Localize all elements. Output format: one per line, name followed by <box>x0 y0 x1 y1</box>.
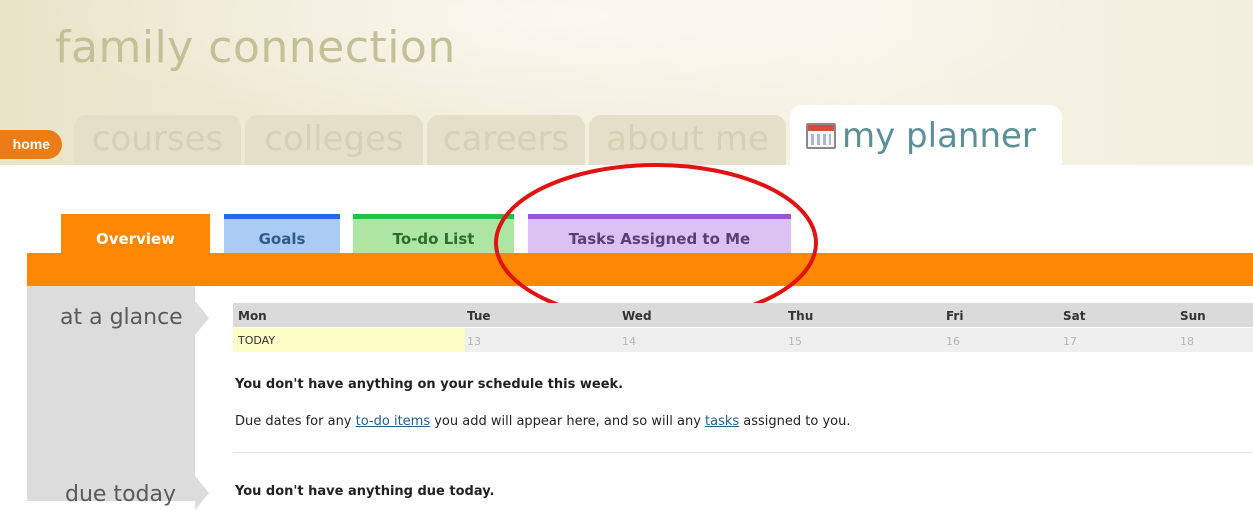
date-17[interactable]: 17 <box>1063 335 1077 348</box>
date-13[interactable]: 13 <box>467 335 481 348</box>
date-15[interactable]: 15 <box>788 335 802 348</box>
date-14[interactable]: 14 <box>622 335 636 348</box>
tasks-link[interactable]: tasks <box>705 414 739 429</box>
subtab-goals[interactable]: Goals <box>224 214 340 253</box>
calendar-dates-row: TODAY 13 14 15 16 17 18 <box>233 328 1253 352</box>
info-prefix: Due dates for any <box>235 414 356 429</box>
tab-my-planner-label: my planner <box>842 116 1036 156</box>
info-middle: you add will appear here, and so will an… <box>430 414 706 429</box>
today-label: TODAY <box>238 334 276 347</box>
day-mon: Mon <box>238 309 267 323</box>
home-button[interactable]: home <box>0 130 62 159</box>
app-title: family connection <box>55 22 456 73</box>
due-today-message: You don't have anything due today. <box>235 484 495 499</box>
date-16[interactable]: 16 <box>946 335 960 348</box>
calendar-header: Mon Tue Wed Thu Fri Sat Sun <box>233 303 1253 327</box>
tab-my-planner[interactable]: my planner <box>790 105 1062 165</box>
date-18[interactable]: 18 <box>1180 335 1194 348</box>
calendar-icon <box>806 123 836 149</box>
day-thu: Thu <box>788 309 814 323</box>
schedule-info-text: Due dates for any to-do items you add wi… <box>235 414 851 429</box>
day-wed: Wed <box>622 309 652 323</box>
to-do-items-link[interactable]: to-do items <box>356 414 430 429</box>
tab-colleges[interactable]: colleges <box>245 115 423 165</box>
day-tue: Tue <box>467 309 491 323</box>
subtab-overview[interactable]: Overview <box>61 214 210 253</box>
info-suffix: assigned to you. <box>739 414 851 429</box>
empty-week-message: You don't have anything on your schedule… <box>235 377 624 392</box>
day-fri: Fri <box>946 309 964 323</box>
tab-courses[interactable]: courses <box>74 115 241 165</box>
section-divider <box>233 452 1253 453</box>
today-cell[interactable]: TODAY <box>233 328 465 352</box>
day-sun: Sun <box>1180 309 1206 323</box>
day-sat: Sat <box>1063 309 1086 323</box>
